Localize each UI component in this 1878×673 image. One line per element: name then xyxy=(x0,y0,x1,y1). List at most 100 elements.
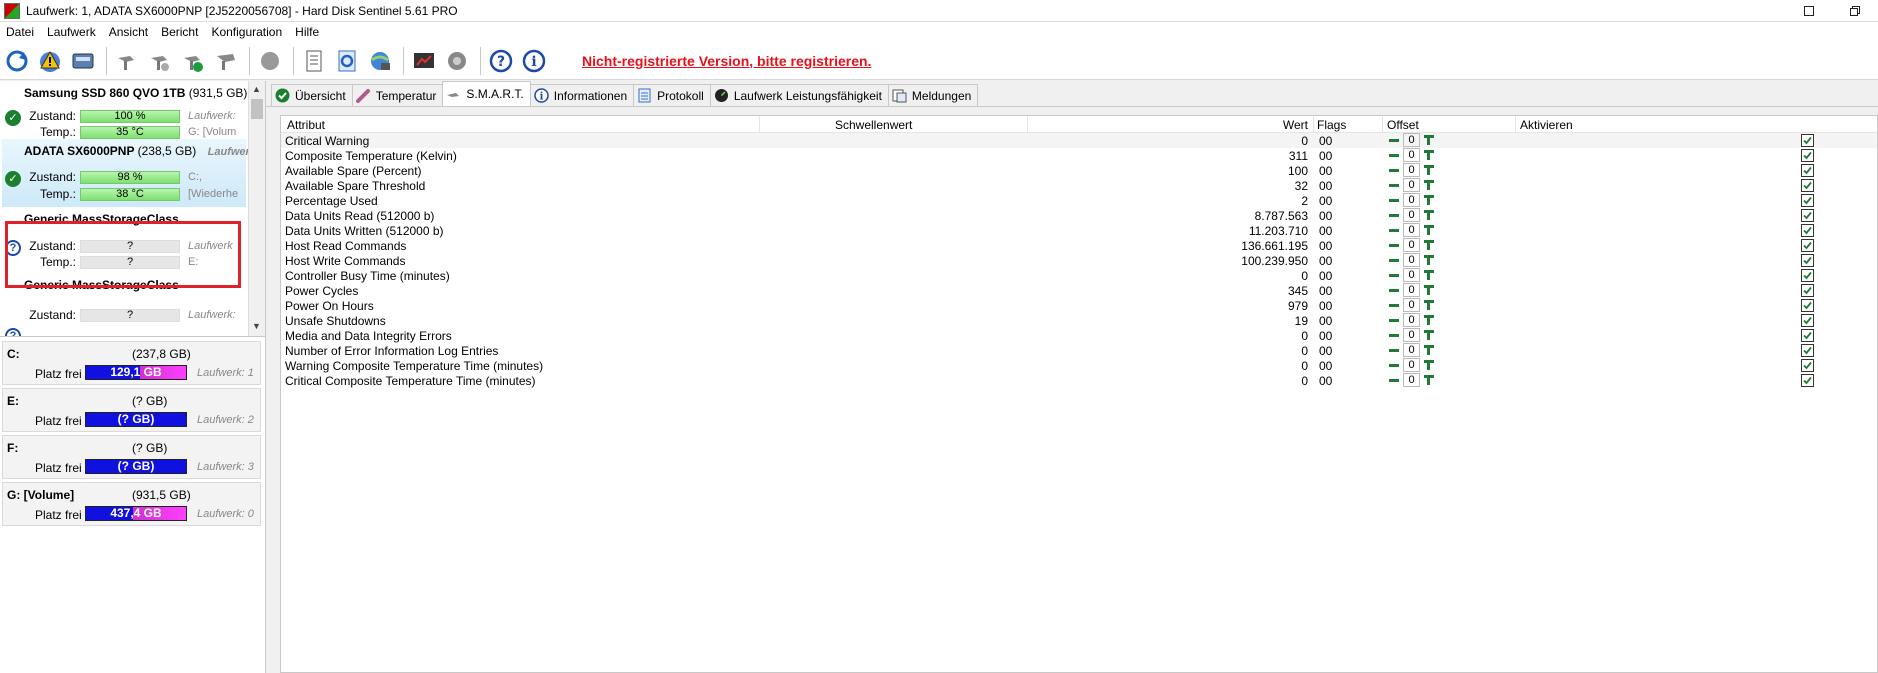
tool-4-button[interactable] xyxy=(211,46,241,76)
offset-value[interactable]: 0 xyxy=(1403,268,1420,282)
offset-value[interactable]: 0 xyxy=(1403,313,1420,327)
offset-value[interactable]: 0 xyxy=(1403,208,1420,222)
volume-item[interactable]: G: [Volume] (931,5 GB) Platz frei 437,4 … xyxy=(2,482,261,526)
offset-value[interactable]: 0 xyxy=(1403,223,1420,237)
tab-informationen[interactable]: i Informationen xyxy=(529,84,635,106)
activate-checkbox[interactable] xyxy=(1801,134,1814,147)
activate-checkbox[interactable] xyxy=(1801,269,1814,282)
minus-icon[interactable] xyxy=(1387,268,1401,282)
plus-icon[interactable] xyxy=(1422,149,1436,163)
table-row[interactable]: Media and Data Integrity Errors 0 00 0 xyxy=(281,328,1877,343)
table-row[interactable]: Percentage Used 2 00 0 xyxy=(281,193,1877,208)
table-row[interactable]: Host Read Commands 136.661.195 00 0 xyxy=(281,238,1877,253)
offset-value[interactable]: 0 xyxy=(1403,178,1420,192)
activate-checkbox[interactable] xyxy=(1801,164,1814,177)
activate-checkbox[interactable] xyxy=(1801,314,1814,327)
offset-value[interactable]: 0 xyxy=(1403,253,1420,267)
minus-icon[interactable] xyxy=(1387,343,1401,357)
tool-1-button[interactable] xyxy=(112,46,142,76)
activate-checkbox[interactable] xyxy=(1801,149,1814,162)
activate-checkbox[interactable] xyxy=(1801,284,1814,297)
offset-value[interactable]: 0 xyxy=(1403,298,1420,312)
col-schwellenwert[interactable]: Schwellenwert xyxy=(835,118,912,132)
plus-icon[interactable] xyxy=(1422,254,1436,268)
minus-icon[interactable] xyxy=(1387,328,1401,342)
plus-icon[interactable] xyxy=(1422,284,1436,298)
table-row[interactable]: Available Spare Threshold 32 00 0 xyxy=(281,178,1877,193)
report-button[interactable] xyxy=(299,46,329,76)
table-row[interactable]: Available Spare (Percent) 100 00 0 xyxy=(281,163,1877,178)
menu-hilfe[interactable]: Hilfe xyxy=(291,25,328,39)
minus-icon[interactable] xyxy=(1387,163,1401,177)
menu-ansicht[interactable]: Ansicht xyxy=(105,25,157,39)
volume-item[interactable]: E: (? GB) Platz frei (? GB) Laufwerk: 2 xyxy=(2,388,261,432)
tab-temperatur[interactable]: Temperatur xyxy=(351,84,444,106)
minus-icon[interactable] xyxy=(1387,238,1401,252)
registration-link[interactable]: Nicht-registrierte Version, bitte regist… xyxy=(582,53,871,69)
menu-konfiguration[interactable]: Konfiguration xyxy=(207,25,291,39)
offset-value[interactable]: 0 xyxy=(1403,193,1420,207)
help-button[interactable]: ? xyxy=(486,46,516,76)
col-aktivieren[interactable]: Aktivieren xyxy=(1520,118,1573,132)
about-button[interactable]: i xyxy=(519,46,549,76)
col-offset[interactable]: Offset xyxy=(1387,118,1419,132)
head-button[interactable] xyxy=(255,46,285,76)
minus-icon[interactable] xyxy=(1387,193,1401,207)
minus-icon[interactable] xyxy=(1387,148,1401,162)
volume-item[interactable]: F: (? GB) Platz frei (? GB) Laufwerk: 3 xyxy=(2,435,261,479)
minus-icon[interactable] xyxy=(1387,223,1401,237)
activate-checkbox[interactable] xyxy=(1801,329,1814,342)
plus-icon[interactable] xyxy=(1422,239,1436,253)
offset-value[interactable]: 0 xyxy=(1403,283,1420,297)
maximize-button[interactable] xyxy=(1786,0,1832,22)
disk-item-selected[interactable]: ADATA SX6000PNP (238,5 GB) Laufwerk: ✓ Z… xyxy=(2,139,260,207)
activate-checkbox[interactable] xyxy=(1801,254,1814,267)
minus-icon[interactable] xyxy=(1387,358,1401,372)
benchmark-button[interactable] xyxy=(409,46,439,76)
volume-item[interactable]: C: (237,8 GB) Platz frei 129,1 GB Laufwe… xyxy=(2,341,261,385)
restore-button[interactable] xyxy=(1832,0,1878,22)
tool-2-button[interactable] xyxy=(145,46,175,76)
plus-icon[interactable] xyxy=(1422,179,1436,193)
table-row[interactable]: Critical Composite Temperature Time (min… xyxy=(281,373,1877,388)
minus-icon[interactable] xyxy=(1387,133,1401,147)
plus-icon[interactable] xyxy=(1422,209,1436,223)
plus-icon[interactable] xyxy=(1422,164,1436,178)
tab-meldungen[interactable]: Meldungen xyxy=(887,84,979,106)
plus-icon[interactable] xyxy=(1422,269,1436,283)
table-row[interactable]: Power On Hours 979 00 0 xyxy=(281,298,1877,313)
scroll-down-icon[interactable]: ▼ xyxy=(252,321,261,331)
plus-icon[interactable] xyxy=(1422,134,1436,148)
plus-icon[interactable] xyxy=(1422,194,1436,208)
minus-icon[interactable] xyxy=(1387,178,1401,192)
offset-value[interactable]: 0 xyxy=(1403,328,1420,342)
table-row[interactable]: Number of Error Information Log Entries 0… xyxy=(281,343,1877,358)
disk-list-scrollbar[interactable]: ▲ ▼ xyxy=(248,81,265,336)
offset-value[interactable]: 0 xyxy=(1403,238,1420,252)
plus-icon[interactable] xyxy=(1422,224,1436,238)
table-row[interactable]: Critical Warning 0 00 0 xyxy=(281,133,1877,148)
col-attribut[interactable]: Attribut xyxy=(287,118,325,132)
menu-laufwerk[interactable]: Laufwerk xyxy=(43,25,105,39)
table-row[interactable]: Unsafe Shutdowns 19 00 0 xyxy=(281,313,1877,328)
minus-icon[interactable] xyxy=(1387,373,1401,387)
plus-icon[interactable] xyxy=(1422,359,1436,373)
disk-item[interactable]: Samsung SSD 860 QVO 1TB (931,5 GB) ✓ Zus… xyxy=(2,81,247,139)
activate-checkbox[interactable] xyxy=(1801,299,1814,312)
table-row[interactable]: Warning Composite Temperature Time (minu… xyxy=(281,358,1877,373)
table-row[interactable]: Data Units Written (512000 b) 11.203.710 0… xyxy=(281,223,1877,238)
tab-leistung[interactable]: Laufwerk Leistungsfähigkeit xyxy=(709,84,889,106)
activate-checkbox[interactable] xyxy=(1801,194,1814,207)
menu-datei[interactable]: Datei xyxy=(2,25,43,39)
table-row[interactable]: Controller Busy Time (minutes) 0 00 0 xyxy=(281,268,1877,283)
activate-checkbox[interactable] xyxy=(1801,209,1814,222)
tab-smart[interactable]: S.M.A.R.T. xyxy=(442,81,531,106)
col-wert[interactable]: Wert xyxy=(1268,118,1308,132)
tab-protokoll[interactable]: Protokoll xyxy=(633,84,711,106)
sync-button[interactable] xyxy=(332,46,362,76)
table-row[interactable]: Data Units Read (512000 b) 8.787.563 00 0 xyxy=(281,208,1877,223)
refresh-button[interactable] xyxy=(2,46,32,76)
activate-checkbox[interactable] xyxy=(1801,374,1814,387)
scrollbar-thumb[interactable] xyxy=(251,99,263,119)
minus-icon[interactable] xyxy=(1387,253,1401,267)
